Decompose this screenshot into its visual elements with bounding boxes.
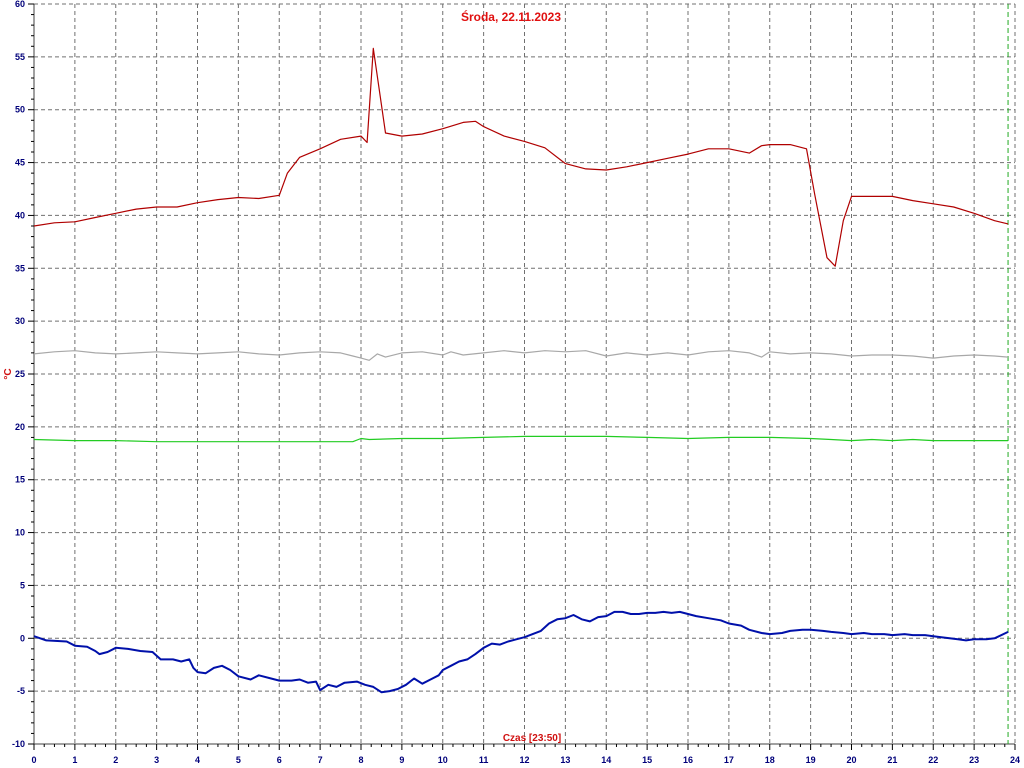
x-tick-label: 5 <box>236 755 241 765</box>
y-tick-label: 15 <box>15 475 25 485</box>
x-tick-label: 6 <box>277 755 282 765</box>
x-tick-label: 22 <box>928 755 938 765</box>
x-axis-label: Czas [23:50] <box>503 733 561 744</box>
y-tick-label: 60 <box>15 0 25 9</box>
y-tick-label: 50 <box>15 105 25 115</box>
x-tick-label: 13 <box>560 755 570 765</box>
x-tick-label: 10 <box>438 755 448 765</box>
x-tick-label: 18 <box>765 755 775 765</box>
x-tick-label: 4 <box>195 755 200 765</box>
y-tick-label: 55 <box>15 52 25 62</box>
x-tick-label: 11 <box>479 755 489 765</box>
y-tick-label: -5 <box>17 686 25 696</box>
x-tick-label: 14 <box>601 755 611 765</box>
y-tick-label: 10 <box>15 528 25 538</box>
x-tick-label: 15 <box>642 755 652 765</box>
x-tick-label: 2 <box>113 755 118 765</box>
temperature-chart: 0 1 2 3 4 5 6 7 8 9 10 11 12 13 14 15 16 17 18 19 20 21 22 23 24… <box>0 0 1024 768</box>
y-tick-label: 40 <box>15 210 25 220</box>
x-tick-label: 0 <box>31 755 36 765</box>
x-tick-label: 21 <box>887 755 897 765</box>
x-tick-label: 19 <box>806 755 816 765</box>
x-tick-label: 8 <box>358 755 363 765</box>
x-tick-label: 24 <box>1010 755 1020 765</box>
y-tick-label: 45 <box>15 158 25 168</box>
x-tick-label: 3 <box>154 755 159 765</box>
y-tick-label: 5 <box>20 580 25 590</box>
x-tick-label: 1 <box>72 755 77 765</box>
y-tick-label: 25 <box>15 369 25 379</box>
y-tick-label: -10 <box>12 739 25 749</box>
x-tick-label: 17 <box>724 755 734 765</box>
x-tick-label: 20 <box>846 755 856 765</box>
x-tick-label: 9 <box>399 755 404 765</box>
chart-title: Środa, 22.11.2023 <box>461 9 561 24</box>
x-tick-label: 23 <box>969 755 979 765</box>
y-tick-label: 0 <box>20 633 25 643</box>
y-tick-label: 30 <box>15 316 25 326</box>
x-tick-label: 7 <box>318 755 323 765</box>
x-tick-label: 16 <box>683 755 693 765</box>
y-tick-label: 35 <box>15 263 25 273</box>
y-tick-label: 20 <box>15 422 25 432</box>
y-axis-label: °C <box>3 368 14 379</box>
x-tick-label: 12 <box>519 755 529 765</box>
